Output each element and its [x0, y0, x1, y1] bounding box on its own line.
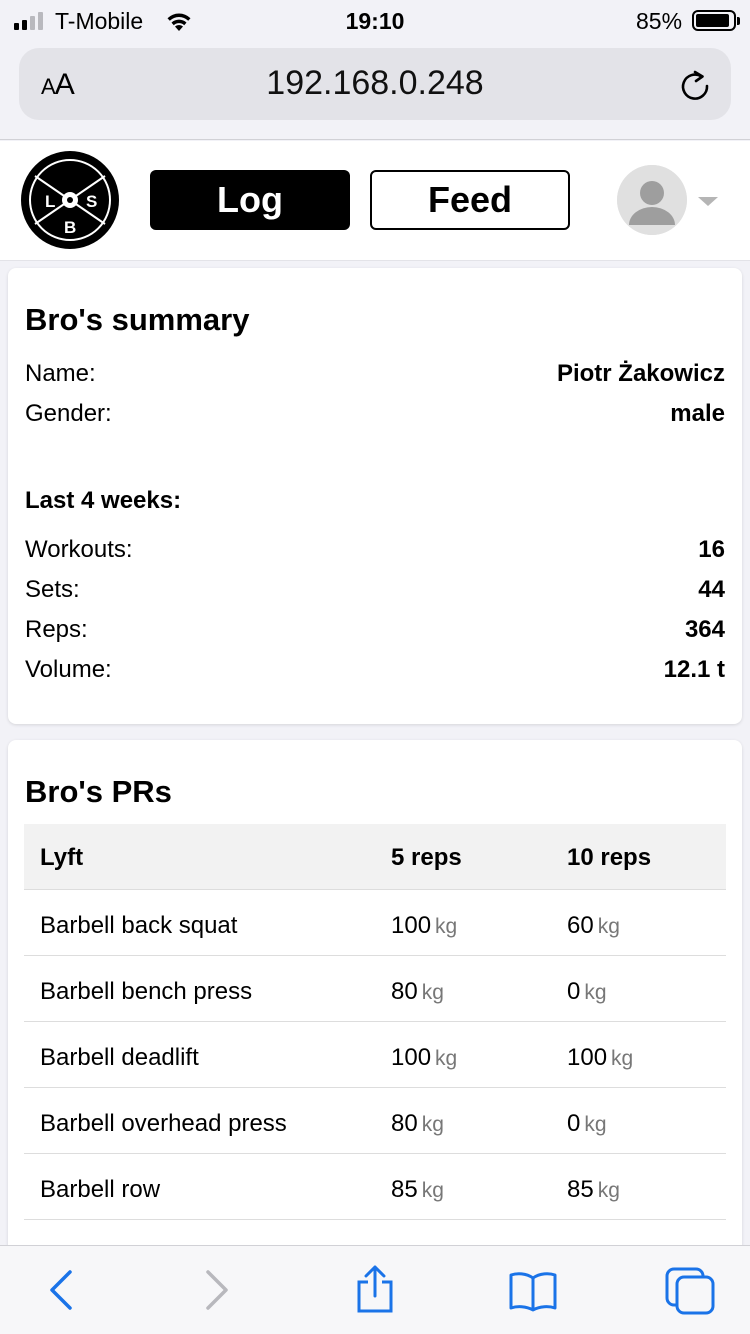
profile-menu[interactable] — [617, 165, 727, 237]
address-bar[interactable]: AA 192.168.0.248 — [19, 48, 731, 120]
table-row: Barbell back squat 100 kg 60 kg — [24, 890, 726, 956]
app-header: L S B Log Feed — [0, 141, 750, 261]
column-header-5-reps: 5 reps — [391, 844, 462, 871]
svg-text:S: S — [86, 192, 97, 211]
reload-icon[interactable] — [679, 68, 711, 102]
five-rep-pr: 80 kg — [391, 1110, 444, 1137]
forward-icon[interactable] — [202, 1268, 232, 1312]
five-rep-pr: 100 kg — [391, 912, 458, 939]
tabs-icon[interactable] — [664, 1266, 716, 1316]
summary-card: Bro's summary Name: Piotr Żakowicz Gende… — [8, 268, 742, 724]
name-label: Name: — [25, 360, 96, 387]
table-row: Barbell overhead press 80 kg 0 kg — [24, 1088, 726, 1154]
reps-row: Reps: 364 — [25, 616, 725, 650]
column-header-10-reps: 10 reps — [567, 844, 652, 871]
ten-rep-pr: 0 kg — [567, 978, 607, 1005]
browser-toolbar — [0, 1245, 750, 1334]
gender-value: male — [670, 400, 725, 427]
gender-label: Gender: — [25, 400, 112, 427]
table-header: Lyft 5 reps 10 reps — [24, 824, 726, 890]
column-header-lift: Lyft — [40, 844, 84, 871]
volume-row: Volume: 12.1 t — [25, 656, 725, 690]
browser-address-area: AA 192.168.0.248 — [0, 40, 750, 140]
lift-name: Barbell row — [40, 1176, 161, 1203]
chevron-down-icon[interactable] — [698, 197, 718, 206]
lift-name: Barbell back squat — [40, 912, 238, 939]
lift-name: Barbell overhead press — [40, 1110, 287, 1137]
lsb-logo[interactable]: L S B — [21, 151, 119, 249]
table-row: Barbell deadlift 100 kg 100 kg — [24, 1022, 726, 1088]
workouts-row: Workouts: 16 — [25, 536, 725, 570]
lift-name: Barbell bench press — [40, 978, 253, 1005]
table-row: Barbell row 85 kg 85 kg — [24, 1154, 726, 1220]
sets-row: Sets: 44 — [25, 576, 725, 610]
name-value: Piotr Żakowicz — [556, 360, 725, 387]
battery-percentage: 85% — [636, 8, 683, 34]
prs-table: Lyft 5 reps 10 reps Barbell back squat 1… — [24, 824, 726, 1220]
lift-name: Barbell deadlift — [40, 1044, 199, 1071]
status-bar: T-Mobile 19:10 85% — [0, 0, 750, 40]
log-button[interactable]: Log — [150, 170, 350, 230]
volume-value: 12.1 t — [663, 656, 725, 683]
ten-rep-pr: 60 kg — [567, 912, 620, 939]
summary-title: Bro's summary — [25, 302, 250, 337]
five-rep-pr: 80 kg — [391, 978, 444, 1005]
sets-label: Sets: — [25, 576, 80, 603]
table-row: Barbell bench press 80 kg 0 kg — [24, 956, 726, 1022]
gender-row: Gender: male — [25, 400, 725, 434]
workouts-value: 16 — [698, 536, 725, 563]
svg-text:L: L — [45, 192, 55, 211]
ten-rep-pr: 100 kg — [567, 1044, 634, 1071]
battery-icon — [692, 10, 740, 31]
sets-value: 44 — [698, 576, 725, 603]
svg-text:B: B — [64, 218, 76, 237]
workouts-label: Workouts: — [25, 536, 133, 563]
avatar[interactable] — [617, 165, 687, 235]
ten-rep-pr: 85 kg — [567, 1176, 620, 1203]
url-text[interactable]: 192.168.0.248 — [19, 64, 731, 103]
feed-button[interactable]: Feed — [370, 170, 570, 230]
reps-value: 364 — [684, 616, 725, 643]
bookmarks-icon[interactable] — [508, 1270, 558, 1312]
share-icon[interactable] — [354, 1264, 396, 1314]
name-row: Name: Piotr Żakowicz — [25, 360, 725, 394]
reps-label: Reps: — [25, 616, 88, 643]
period-title: Last 4 weeks: — [25, 487, 182, 514]
ten-rep-pr: 0 kg — [567, 1110, 607, 1137]
back-icon[interactable] — [46, 1268, 76, 1312]
prs-title: Bro's PRs — [25, 774, 172, 809]
five-rep-pr: 100 kg — [391, 1044, 458, 1071]
volume-label: Volume: — [25, 656, 112, 683]
five-rep-pr: 85 kg — [391, 1176, 444, 1203]
